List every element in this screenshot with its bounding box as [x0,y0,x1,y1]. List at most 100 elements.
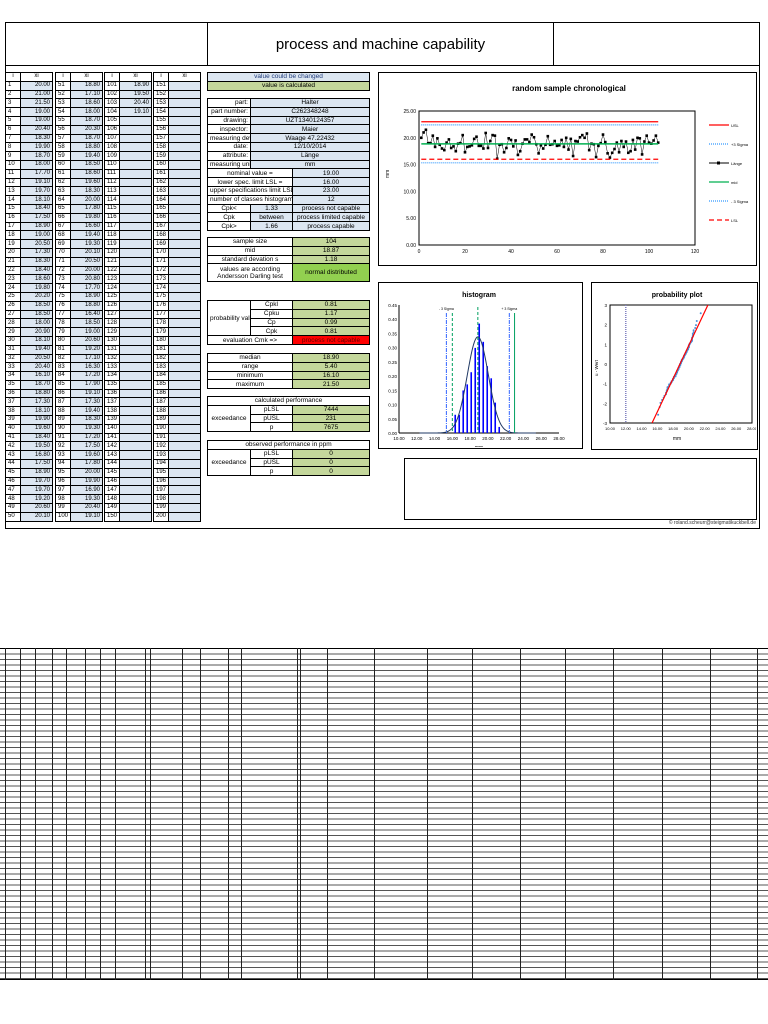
measurement-cell[interactable] [168,283,201,293]
measurement-cell[interactable]: 17.50 [20,212,53,223]
measurement-cell[interactable]: 19.60 [20,423,53,434]
measurement-cell[interactable]: 18.70 [70,115,103,126]
measurement-cell[interactable] [119,485,152,496]
measurement-cell[interactable] [119,362,152,373]
measurement-cell[interactable] [119,467,152,478]
measurement-cell[interactable] [168,151,201,161]
measurement-cell[interactable] [168,511,201,522]
measurement-cell[interactable] [119,195,152,205]
measurement-cell[interactable] [168,459,201,469]
measurement-cell[interactable]: 18.40 [20,432,53,443]
measurement-cell[interactable] [119,142,152,153]
row-value[interactable]: C262348248 [250,106,370,117]
measurement-cell[interactable]: 20.40 [70,503,103,513]
measurement-cell[interactable] [168,327,201,337]
row-value[interactable]: Waage 47.22432 [250,133,370,143]
measurement-cell[interactable] [168,274,201,285]
measurement-cell[interactable] [119,230,152,241]
measurement-cell[interactable]: 18.60 [70,98,103,109]
measurement-cell[interactable] [119,177,152,188]
measurement-cell[interactable] [119,300,152,311]
measurement-cell[interactable]: 18.70 [20,151,53,161]
row-value[interactable]: 1.33 [250,203,293,214]
measurement-cell[interactable] [168,265,201,276]
measurement-cell[interactable] [119,274,152,285]
measurement-cell[interactable] [119,124,152,135]
measurement-cell[interactable]: 19.80 [20,283,53,293]
measurement-cell[interactable] [168,186,201,197]
measurement-cell[interactable] [168,98,201,109]
measurement-cell[interactable] [168,107,201,117]
measurement-cell[interactable]: 18.80 [70,80,103,91]
measurement-cell[interactable] [119,186,152,197]
measurement-cell[interactable] [168,203,201,214]
measurement-cell[interactable]: 19.80 [70,212,103,223]
measurement-cell[interactable]: 16.40 [70,309,103,320]
measurement-cell[interactable] [168,353,201,364]
measurement-cell[interactable] [119,388,152,399]
measurement-cell[interactable]: 19.40 [70,151,103,161]
measurement-cell[interactable]: 17.70 [70,283,103,293]
measurement-cell[interactable] [119,133,152,144]
measurement-cell[interactable] [119,423,152,434]
measurement-cell[interactable] [168,415,201,425]
measurement-cell[interactable]: 19.00 [20,107,53,117]
measurement-cell[interactable]: 19.00 [20,230,53,241]
measurement-cell[interactable] [119,353,152,364]
measurement-cell[interactable] [119,397,152,408]
measurement-cell[interactable] [168,291,201,302]
measurement-cell[interactable]: 20.40 [119,98,152,109]
row-result[interactable]: process not capable [292,203,370,214]
measurement-cell[interactable]: 16.30 [70,362,103,373]
measurement-cell[interactable] [168,432,201,443]
measurement-cell[interactable]: 18.70 [20,379,53,390]
measurement-cell[interactable] [168,159,201,170]
measurement-cell[interactable] [168,318,201,329]
row-value[interactable]: 16.00 [292,177,370,187]
measurement-cell[interactable]: 19.10 [119,107,152,117]
measurement-cell[interactable]: 17.90 [70,379,103,390]
measurement-cell[interactable]: 18.90 [119,80,152,91]
measurement-cell[interactable]: 16.80 [20,450,53,461]
row-value[interactable]: Länge [250,150,370,161]
measurement-cell[interactable]: 19.70 [20,476,53,487]
measurement-cell[interactable]: 20.50 [20,239,53,249]
row-value[interactable]: Maier [250,124,370,135]
measurement-cell[interactable]: 17.80 [70,203,103,214]
measurement-cell[interactable]: 19.10 [70,388,103,399]
row-value[interactable]: 19.00 [292,168,370,179]
measurement-cell[interactable] [168,335,201,346]
measurement-cell[interactable] [168,503,201,513]
measurement-cell[interactable]: 18.00 [70,107,103,117]
row-value[interactable]: 12/10/2014 [250,141,370,152]
measurement-cell[interactable] [119,344,152,355]
measurement-cell[interactable]: 19.60 [70,450,103,461]
measurement-cell[interactable]: 18.80 [70,300,103,311]
measurement-cell[interactable]: 20.30 [70,124,103,135]
measurement-cell[interactable] [119,256,152,267]
measurement-cell[interactable]: 20.60 [70,335,103,346]
measurement-cell[interactable]: 16.60 [70,221,103,232]
measurement-cell[interactable]: 18.40 [20,265,53,276]
measurement-cell[interactable]: 20.50 [70,256,103,267]
measurement-cell[interactable] [168,406,201,417]
measurement-cell[interactable]: 17.50 [70,441,103,452]
measurement-cell[interactable] [119,283,152,293]
measurement-cell[interactable] [168,177,201,188]
measurement-cell[interactable]: 18.90 [20,221,53,232]
measurement-cell[interactable]: 17.10 [70,353,103,364]
measurement-cell[interactable]: 17.30 [70,397,103,408]
measurement-cell[interactable] [168,142,201,153]
measurement-cell[interactable]: 18.50 [20,309,53,320]
measurement-cell[interactable] [168,80,201,91]
measurement-cell[interactable] [168,309,201,320]
measurement-cell[interactable]: 17.70 [20,168,53,179]
measurement-cell[interactable]: 19.10 [70,511,103,522]
measurement-cell[interactable] [119,503,152,513]
measurement-cell[interactable] [119,151,152,161]
measurement-cell[interactable] [168,467,201,478]
measurement-cell[interactable] [119,115,152,126]
measurement-cell[interactable]: 18.00 [20,318,53,329]
measurement-cell[interactable]: 18.60 [70,168,103,179]
measurement-cell[interactable] [168,133,201,144]
